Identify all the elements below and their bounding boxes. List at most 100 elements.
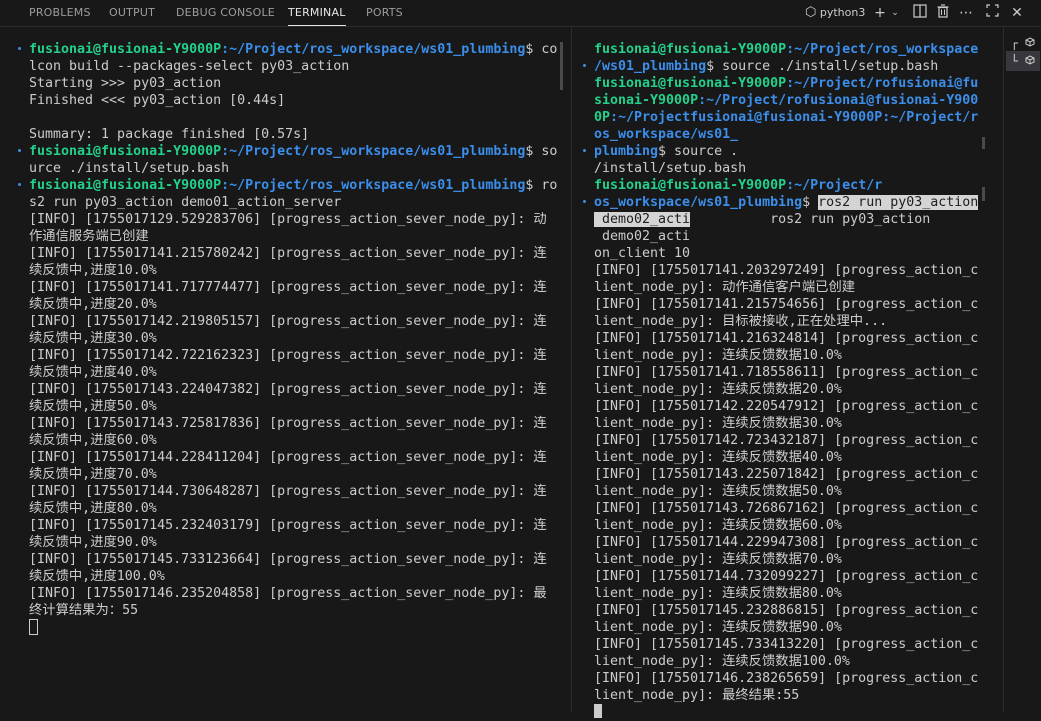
terminal-text: demo02_acti: [594, 229, 691, 244]
terminal-profile-selector[interactable]: ⬡ python3: [805, 4, 865, 22]
terminal-profile-icon: ⬡: [805, 5, 817, 20]
terminal-text: $ so: [525, 144, 558, 159]
terminal-line: [INFO] [1755017141.203297249] [progress_…: [594, 262, 978, 279]
terminal-text: $ source ./install/setup.bash: [706, 59, 939, 74]
terminal-text: lient_node_py]: 最终结果:55: [594, 688, 800, 703]
terminal-instance-2[interactable]: └: [1006, 51, 1040, 71]
terminal-line: [INFO] [1755017129.529283706] [progress_…: [29, 211, 557, 228]
terminal-text: [INFO] [1755017143.225071842] [progress_…: [594, 467, 979, 482]
terminal-line: lient_node_py]: 连续反馈数据100.0%: [594, 653, 978, 670]
prompt-user: fusionai@fusionai-Y9000P: [594, 178, 787, 193]
split-terminal-icon[interactable]: [912, 4, 928, 22]
terminal-line: [INFO] [1755017142.220547912] [progress_…: [594, 398, 978, 415]
cube-icon: [1025, 37, 1035, 47]
selected-text: ros2 run py03_action: [818, 195, 979, 210]
terminal-text: 续反馈中,进度70.0%: [29, 467, 157, 482]
terminal-line: lient_node_py]: 连续反馈数据80.0%: [594, 585, 978, 602]
terminal-text: [INFO] [1755017145.232886815] [progress_…: [594, 603, 979, 618]
terminal-cursor: [594, 704, 602, 718]
terminal-line: 终计算结果为：55: [29, 602, 557, 619]
terminal-line: [INFO] [1755017146.235204858] [progress_…: [29, 585, 557, 602]
terminal-text: 续反馈中,进度60.0%: [29, 433, 157, 448]
terminal-line: [INFO] [1755017142.722162323] [progress_…: [29, 347, 557, 364]
prompt-path: :~/Project/rofusionai@fu: [786, 76, 979, 91]
terminal-scrollbar[interactable]: [982, 187, 985, 201]
terminal-line: fusionai@fusionai-Y9000P:~/Project/ros_w…: [29, 177, 557, 194]
terminal-line: /install/setup.bash: [594, 160, 978, 177]
tab-output[interactable]: OUTPUT: [109, 0, 155, 26]
terminal-cursor: [29, 619, 38, 635]
terminal-text: lient_node_py]: 连续反馈数据20.0%: [594, 382, 842, 397]
terminal-text: Finished <<< py03_action [0.44s]: [29, 93, 286, 108]
terminal-text: [INFO] [1755017141.718558611] [progress_…: [594, 365, 979, 380]
maximize-icon[interactable]: [984, 4, 1000, 22]
prompt-path: :~/Project/ros_workspace: [786, 42, 979, 57]
terminal-line: 续反馈中,进度90.0%: [29, 534, 557, 551]
terminal-text: [INFO] [1755017141.215780242] [progress_…: [29, 246, 547, 261]
cube-icon: [1025, 55, 1035, 65]
terminal-icon: ┌: [1010, 36, 1018, 50]
trash-icon[interactable]: [935, 4, 951, 22]
terminal-text: 续反馈中,进度50.0%: [29, 399, 157, 414]
terminal-line: fusionai@fusionai-Y9000P:~/Project/r: [594, 177, 978, 194]
terminal-line: os_workspace/ws01_plumbing$ ros2 run py0…: [594, 194, 979, 211]
terminal-line: demo02_acti: [594, 228, 978, 245]
terminal-line: [INFO] [1755017143.726867162] [progress_…: [594, 500, 978, 517]
prompt-path: :~/Project/rofusionai@fusionai-Y900: [698, 93, 979, 108]
prompt-user: 0P: [594, 110, 611, 125]
terminal-line: [INFO] [1755017145.733413220] [progress_…: [594, 636, 978, 653]
command-decoration-icon: [18, 149, 21, 152]
prompt-path: plumbing: [594, 144, 659, 159]
terminal-line: urce ./install/setup.bash: [29, 160, 557, 177]
terminal-line: lient_node_py]: 连续反馈数据70.0%: [594, 551, 978, 568]
terminal-scrollbar[interactable]: [560, 42, 563, 90]
terminal-text: lient_node_py]: 动作通信客户端已创建: [594, 280, 856, 295]
tab-debug-console[interactable]: DEBUG CONSOLE: [176, 0, 275, 26]
prompt-symbol: $: [802, 195, 819, 210]
command-decoration-icon: [583, 149, 586, 152]
prompt-user: fusionai@fusionai-Y9000P: [29, 42, 222, 57]
chevron-down-icon[interactable]: ⌄: [889, 4, 901, 22]
terminal-text: 续反馈中,进度80.0%: [29, 501, 157, 516]
terminal-instance-1[interactable]: ┌: [1006, 33, 1040, 53]
terminal-line: [INFO] [1755017141.216324814] [progress_…: [594, 330, 978, 347]
prompt-path: /ws01_plumbing: [594, 59, 707, 74]
terminal-text: s2 run py03_action demo01_action_server: [29, 195, 342, 210]
terminal-line: [INFO] [1755017141.215754656] [progress_…: [594, 296, 978, 313]
close-icon[interactable]: ✕: [1008, 4, 1026, 22]
terminal-text: [INFO] [1755017141.215754656] [progress_…: [594, 297, 979, 312]
terminal-scrollbar[interactable]: [982, 137, 985, 149]
terminal-line: Summary: 1 package finished [0.57s]: [29, 126, 557, 143]
terminal-text: [INFO] [1755017141.203297249] [progress_…: [594, 263, 979, 278]
terminal-text: lcon build --packages-select py03_action: [29, 59, 350, 74]
terminal-line: 续反馈中,进度70.0%: [29, 466, 557, 483]
prompt-user: fusionai@fusionai-Y9000P: [594, 76, 787, 91]
terminal-line: 续反馈中,进度40.0%: [29, 364, 557, 381]
terminal-text: /install/setup.bash: [594, 161, 747, 176]
terminal-profile-label: python3: [819, 6, 866, 19]
terminal-text: lient_node_py]: 连续反馈数据90.0%: [594, 620, 842, 635]
ellipsis-icon[interactable]: ⋯: [958, 4, 974, 22]
tab-ports[interactable]: PORTS: [366, 0, 403, 26]
terminal-text: [INFO] [1755017145.232403179] [progress_…: [29, 518, 547, 533]
terminal-line: [29, 619, 557, 636]
terminal-line: [INFO] [1755017143.225071842] [progress_…: [594, 466, 978, 483]
terminal-text: [INFO] [1755017143.726867162] [progress_…: [594, 501, 979, 516]
terminal-text: [INFO] [1755017141.216324814] [progress_…: [594, 331, 979, 346]
plus-icon[interactable]: +: [872, 4, 888, 22]
terminal-line: lient_node_py]: 最终结果:55: [594, 687, 978, 704]
terminal-line: [INFO] [1755017143.224047382] [progress_…: [29, 381, 557, 398]
command-decoration-icon: [18, 47, 21, 50]
terminal-text: lient_node_py]: 目标被接收,正在处理中...: [594, 314, 888, 329]
terminal-line: [INFO] [1755017141.718558611] [progress_…: [594, 364, 978, 381]
terminal-text: on_client 10: [594, 246, 691, 261]
terminal-text: [INFO] [1755017144.732099227] [progress_…: [594, 569, 979, 584]
tab-terminal[interactable]: TERMINAL: [288, 0, 346, 26]
terminal-text: [INFO] [1755017143.224047382] [progress_…: [29, 382, 547, 397]
terminal-line: lient_node_py]: 连续反馈数据30.0%: [594, 415, 978, 432]
tab-problems[interactable]: PROBLEMS: [29, 0, 91, 26]
terminal-text: 终计算结果为：55: [29, 603, 139, 618]
terminal-line: [INFO] [1755017145.733123664] [progress_…: [29, 551, 557, 568]
terminal-line: /ws01_plumbing$ source ./install/setup.b…: [594, 58, 978, 75]
